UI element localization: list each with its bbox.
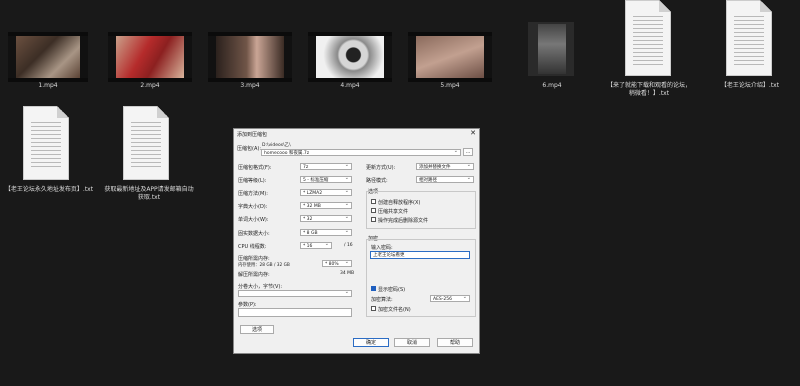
close-icon[interactable]: ✕	[470, 129, 476, 137]
archive-name-input[interactable]: homecooo 和夜属.7z	[261, 148, 461, 156]
mem-label: 压缩所需内存:	[238, 256, 270, 262]
split-select[interactable]	[238, 289, 352, 297]
show-password-checkbox[interactable]	[371, 286, 376, 291]
file-name[interactable]: 1.mp4	[8, 82, 88, 90]
show-password-label: 显示密码(S)	[378, 287, 406, 293]
mem-select[interactable]: * 80%	[322, 259, 352, 267]
file-name[interactable]: 【老王论坛介绍】.txt	[708, 82, 792, 90]
ok-button[interactable]: 确定	[353, 338, 389, 347]
cpu-total: / 16	[344, 243, 353, 248]
enc-method-select[interactable]: AES-256	[430, 294, 470, 302]
cpu-label: CPU 线程数:	[238, 244, 267, 250]
format-label: 压缩包格式(F):	[238, 165, 272, 171]
shared-label: 压缩共享文件	[378, 209, 409, 215]
params-input[interactable]	[238, 308, 352, 317]
format-select[interactable]: 7z	[300, 162, 352, 170]
dict-label: 字典大小(D):	[238, 204, 268, 210]
file-name[interactable]: 6.mp4	[512, 82, 592, 90]
file-name[interactable]: 4.mp4	[310, 82, 390, 90]
decomp-value: 34 MB	[340, 271, 355, 276]
path-select[interactable]: 相对路径	[416, 175, 474, 183]
word-label: 单词大小(W):	[238, 217, 269, 223]
delete-label: 操作完成后删除源文件	[378, 218, 429, 224]
method-label: 压缩方法(M):	[238, 191, 268, 197]
dict-select[interactable]: * 32 MB	[300, 201, 352, 209]
word-select[interactable]: * 32	[300, 214, 352, 222]
enc-method-label: 加密算法:	[371, 297, 393, 303]
update-select[interactable]: 添加并替换文件	[416, 162, 474, 170]
file-name[interactable]: 5.mp4	[410, 82, 490, 90]
browse-button[interactable]: ...	[463, 148, 473, 156]
encrypt-names-checkbox[interactable]	[371, 306, 376, 311]
mem-usage: 内存使用：28 GB / 32 GB	[238, 263, 290, 268]
video-thumbnail-3[interactable]	[208, 32, 292, 82]
file-name[interactable]: 获取最新地址及APP请发邮箱自动获取.txt	[104, 186, 194, 202]
cpu-select[interactable]: * 16	[300, 241, 332, 249]
delete-checkbox[interactable]	[371, 217, 376, 222]
cancel-button[interactable]: 取消	[394, 338, 430, 347]
add-to-archive-dialog: 添加到压缩包 ✕ 压缩包(A): D:\videos\乙\ homecooo 和…	[233, 128, 480, 354]
solid-label: 固实数据大小:	[238, 231, 270, 237]
level-select[interactable]: 5 - 标准压缩	[300, 175, 352, 183]
split-label: 分卷大小，字节(V):	[238, 284, 283, 290]
video-thumbnail-2[interactable]	[108, 32, 192, 82]
method-select[interactable]: * LZMA2	[300, 188, 352, 196]
password-label: 输入密码:	[371, 245, 393, 251]
help-button[interactable]: 帮助	[437, 338, 473, 347]
dialog-title: 添加到压缩包	[237, 132, 268, 138]
shared-checkbox[interactable]	[371, 208, 376, 213]
archive-path: D:\videos\乙\	[262, 143, 291, 148]
path-label: 路径模式:	[366, 178, 388, 184]
encrypt-names-label: 加密文件名(N)	[378, 307, 411, 313]
text-file-icon[interactable]	[726, 0, 772, 76]
sfx-label: 创建自释放程序(X)	[378, 200, 421, 206]
text-file-icon[interactable]	[625, 0, 671, 76]
sfx-checkbox[interactable]	[371, 199, 376, 204]
archive-label: 压缩包(A):	[237, 146, 262, 152]
file-name[interactable]: 【老王论坛永久地址发布页】.txt	[4, 186, 94, 194]
level-label: 压缩等级(L):	[238, 178, 267, 184]
update-label: 更新方式(U):	[366, 165, 396, 171]
decomp-label: 解压所需内存:	[238, 272, 270, 278]
video-thumbnail-5[interactable]	[408, 32, 492, 82]
password-input[interactable]: 上老王论坛看更	[370, 251, 470, 259]
params-label: 参数(P):	[238, 302, 257, 308]
video-thumbnail-1[interactable]	[8, 32, 88, 82]
file-name[interactable]: 2.mp4	[110, 82, 190, 90]
text-file-icon[interactable]	[23, 106, 69, 180]
video-thumbnail-4[interactable]	[308, 32, 392, 82]
file-name[interactable]: 【来了就能下载和观看的论坛，稍微看！】.txt	[605, 82, 693, 98]
options-button[interactable]: 选项	[240, 325, 274, 334]
solid-select[interactable]: * 8 GB	[300, 228, 352, 236]
text-file-icon[interactable]	[123, 106, 169, 180]
file-name[interactable]: 3.mp4	[210, 82, 290, 90]
video-thumbnail-6[interactable]	[528, 22, 574, 76]
